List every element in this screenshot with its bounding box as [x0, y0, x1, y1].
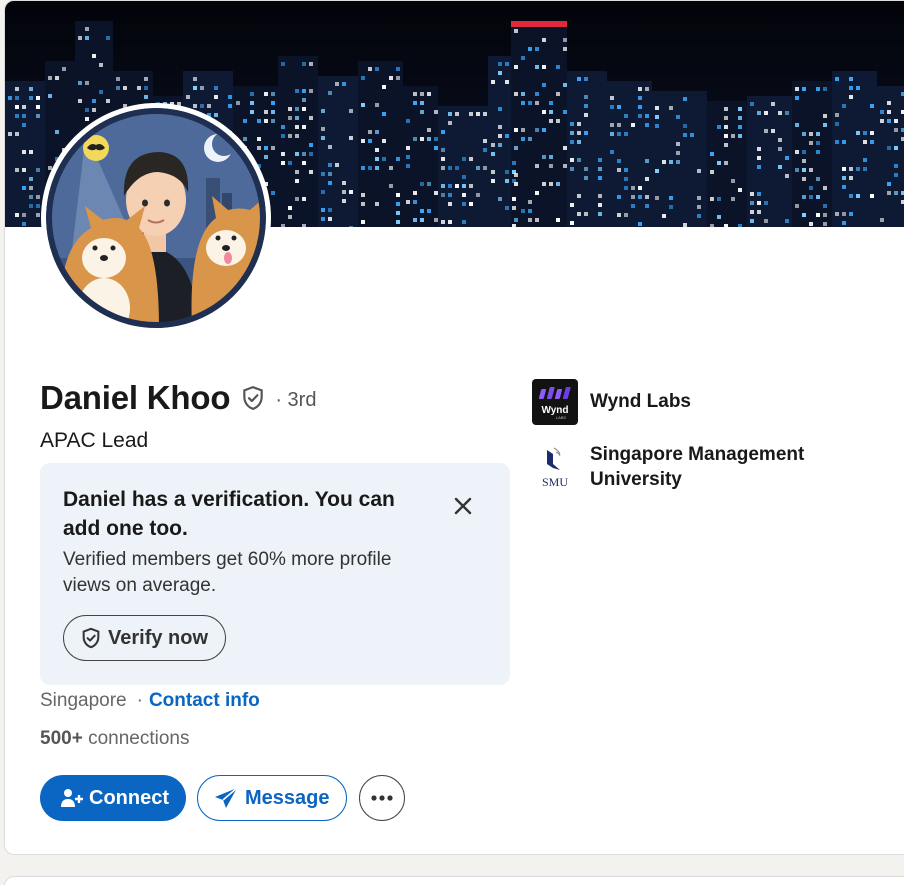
connections-count[interactable]: 500+ connections [40, 728, 189, 750]
wynd-labs-logo: Wynd LABS [532, 379, 578, 425]
add-person-icon [60, 786, 84, 810]
profile-name: Daniel Khoo [40, 379, 231, 416]
education-school[interactable]: SMU Singapore Management University [532, 442, 850, 492]
contact-info-link[interactable]: Contact info [149, 690, 260, 712]
smu-logo-text: SMU [542, 475, 568, 488]
profile-avatar[interactable] [41, 103, 271, 333]
profile-actions: Connect Message [40, 775, 405, 821]
message-label: Message [245, 786, 330, 809]
profile-card: Daniel Khoo · 3rd APAC Lead Daniel has a… [4, 0, 904, 855]
paper-plane-icon [214, 787, 238, 809]
connect-button[interactable]: Connect [40, 775, 186, 821]
profile-location: Singapore [40, 690, 127, 711]
verification-prompt: Daniel has a verification. You can add o… [40, 463, 510, 685]
connect-label: Connect [89, 786, 169, 809]
close-icon[interactable] [448, 491, 478, 521]
connections-number: 500+ [40, 728, 83, 749]
wynd-logo-subtext: LABS [556, 415, 567, 420]
current-company[interactable]: Wynd LABS Wynd Labs [532, 379, 691, 425]
ellipsis-icon [370, 795, 393, 801]
location-row: Singapore · Contact info [40, 690, 260, 712]
connections-label: connections [88, 728, 190, 749]
profile-headline: APAC Lead [40, 429, 149, 452]
company-name: Wynd Labs [590, 391, 691, 412]
shield-check-icon[interactable] [240, 384, 268, 412]
verify-now-button[interactable]: Verify now [63, 615, 227, 661]
school-name: Singapore Management University [590, 444, 805, 490]
smu-logo: SMU [532, 442, 578, 488]
message-button[interactable]: Message [197, 775, 347, 821]
separator-dot: · [136, 690, 143, 711]
verification-body: Verified members get 60% more profile vi… [63, 549, 392, 596]
next-section-card [4, 876, 904, 885]
verification-title: Daniel has a verification. You can add o… [63, 488, 395, 540]
more-actions-button[interactable] [358, 775, 405, 821]
connection-degree: · 3rd [275, 388, 317, 411]
shield-check-icon [80, 627, 102, 649]
name-row: Daniel Khoo · 3rd [40, 379, 316, 417]
verify-now-label: Verify now [108, 626, 209, 649]
